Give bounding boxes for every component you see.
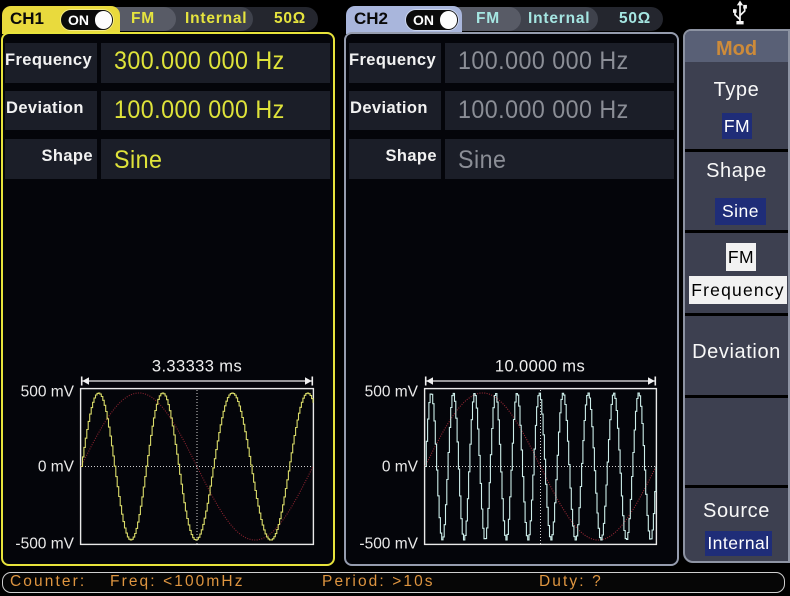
svg-text:10.0000 ms: 10.0000 ms [495,358,585,376]
svg-text:3.33333 ms: 3.33333 ms [152,358,242,376]
svg-text:500 mV: 500 mV [365,384,419,401]
svg-text:0 mV: 0 mV [382,459,419,476]
svg-text:-500 mV: -500 mV [15,536,74,553]
svg-text:0 mV: 0 mV [38,459,75,476]
svg-text:500 mV: 500 mV [21,384,75,401]
svg-text:-500 mV: -500 mV [359,536,418,553]
